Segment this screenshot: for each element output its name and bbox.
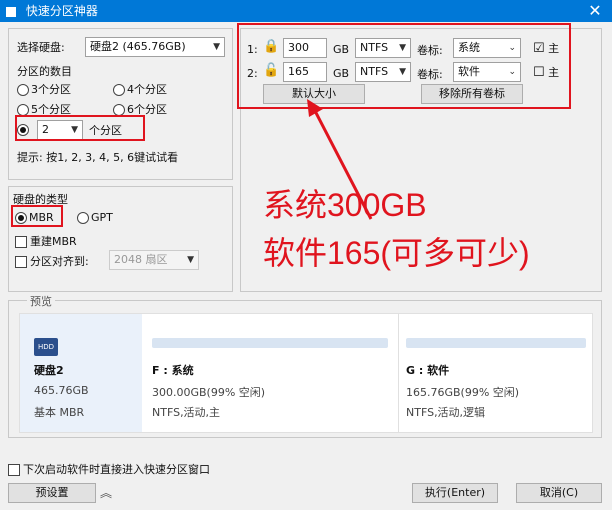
preview-partition-info: NTFS,活动,逻辑 bbox=[406, 406, 486, 419]
title-bar: 快速分区神器 ✕ bbox=[0, 0, 612, 22]
preview-partition-size: 300.00GB(99% 空闲) bbox=[152, 386, 266, 399]
execute-button[interactable]: 执行(Enter) bbox=[412, 483, 498, 503]
chevron-down-icon: ▼ bbox=[187, 255, 194, 265]
align-value: 2048 扇区 bbox=[114, 253, 168, 266]
rebuild-mbr-checkbox[interactable]: 重建MBR bbox=[15, 233, 77, 249]
app-icon bbox=[6, 6, 16, 17]
hdd-icon: HDD bbox=[34, 338, 58, 356]
partition-count-label: 分区的数目 bbox=[17, 65, 72, 78]
rebuild-mbr-label: 重建MBR bbox=[30, 235, 77, 248]
auto-enter-checkbox[interactable]: 下次启动软件时直接进入快速分区窗口 bbox=[8, 461, 210, 477]
select-disk-label: 选择硬盘: bbox=[17, 41, 65, 54]
preview-partition-size: 165.76GB(99% 空闲) bbox=[406, 386, 520, 399]
align-label: 分区对齐到: bbox=[30, 255, 89, 268]
preview-area: HDD 硬盘2 465.76GB 基本 MBR F : 系统 300.00GB(… bbox=[19, 313, 593, 433]
partition-usage-bar bbox=[406, 338, 586, 348]
disk-select[interactable]: 硬盘2 (465.76GB) ▼ bbox=[85, 37, 225, 57]
preview-partition-f[interactable]: F : 系统 300.00GB(99% 空闲) NTFS,活动,主 bbox=[148, 314, 394, 432]
disk-type-panel: 硬盘的类型 MBR GPT 重建MBR 分区对齐到: 2048 扇区 ▼ bbox=[8, 186, 233, 292]
hint-text: 提示: 按1, 2, 3, 4, 5, 6键试试看 bbox=[17, 151, 179, 164]
preview-partition-title: F : 系统 bbox=[152, 364, 194, 377]
option-3-partitions[interactable]: 3个分区 bbox=[17, 81, 71, 97]
radio-icon bbox=[17, 84, 29, 96]
highlight-custom-count bbox=[15, 115, 145, 141]
radio-icon bbox=[77, 212, 89, 224]
preview-panel: 预览 HDD 硬盘2 465.76GB 基本 MBR F : 系统 300.00… bbox=[8, 293, 602, 438]
align-select: 2048 扇区 ▼ bbox=[109, 250, 199, 270]
gpt-radio[interactable]: GPT bbox=[77, 211, 113, 224]
partition-usage-bar bbox=[152, 338, 388, 348]
preview-disk[interactable]: HDD 硬盘2 465.76GB 基本 MBR bbox=[20, 314, 142, 432]
radio-icon bbox=[113, 84, 125, 96]
divider bbox=[398, 314, 399, 432]
auto-enter-label: 下次启动软件时直接进入快速分区窗口 bbox=[23, 463, 210, 476]
window-title: 快速分区神器 bbox=[25, 4, 98, 18]
checkbox-icon bbox=[15, 236, 27, 248]
option-label: 4个分区 bbox=[127, 83, 167, 96]
preview-label: 预览 bbox=[27, 293, 55, 309]
disk-panel: 选择硬盘: 硬盘2 (465.76GB) ▼ 分区的数目 3个分区 4个分区 5… bbox=[8, 28, 233, 180]
double-chevron-up-icon[interactable]: ︽ bbox=[100, 484, 112, 501]
gpt-label: GPT bbox=[91, 211, 113, 224]
preset-button[interactable]: 预设置 bbox=[8, 483, 96, 503]
highlight-partitions bbox=[237, 23, 571, 109]
preview-partition-info: NTFS,活动,主 bbox=[152, 406, 221, 419]
chevron-down-icon: ▼ bbox=[213, 42, 220, 52]
preview-disk-type: 基本 MBR bbox=[34, 406, 85, 419]
option-label: 3个分区 bbox=[31, 83, 71, 96]
annotation-line-2: 软件165(可多可少) bbox=[263, 235, 530, 271]
preview-partition-g[interactable]: G : 软件 165.76GB(99% 空闲) NTFS,活动,逻辑 bbox=[404, 314, 590, 432]
preview-disk-size: 465.76GB bbox=[34, 384, 89, 397]
checkbox-icon bbox=[15, 256, 27, 268]
disk-select-value: 硬盘2 (465.76GB) bbox=[90, 40, 186, 53]
preview-partition-title: G : 软件 bbox=[406, 364, 450, 377]
option-4-partitions[interactable]: 4个分区 bbox=[113, 81, 167, 97]
preview-disk-name: 硬盘2 bbox=[34, 364, 64, 377]
cancel-button[interactable]: 取消(C) bbox=[516, 483, 602, 503]
highlight-mbr bbox=[11, 205, 63, 227]
align-checkbox[interactable]: 分区对齐到: bbox=[15, 253, 89, 269]
close-button[interactable]: ✕ bbox=[578, 0, 612, 22]
annotation-line-1: 系统300GB bbox=[263, 187, 427, 223]
checkbox-icon bbox=[8, 464, 20, 476]
partition-panel: 1: 🔒 300 GB NTFS ▼ 卷标: 系统 ⌄ ☑ 主 2: 🔓 165… bbox=[237, 23, 602, 292]
